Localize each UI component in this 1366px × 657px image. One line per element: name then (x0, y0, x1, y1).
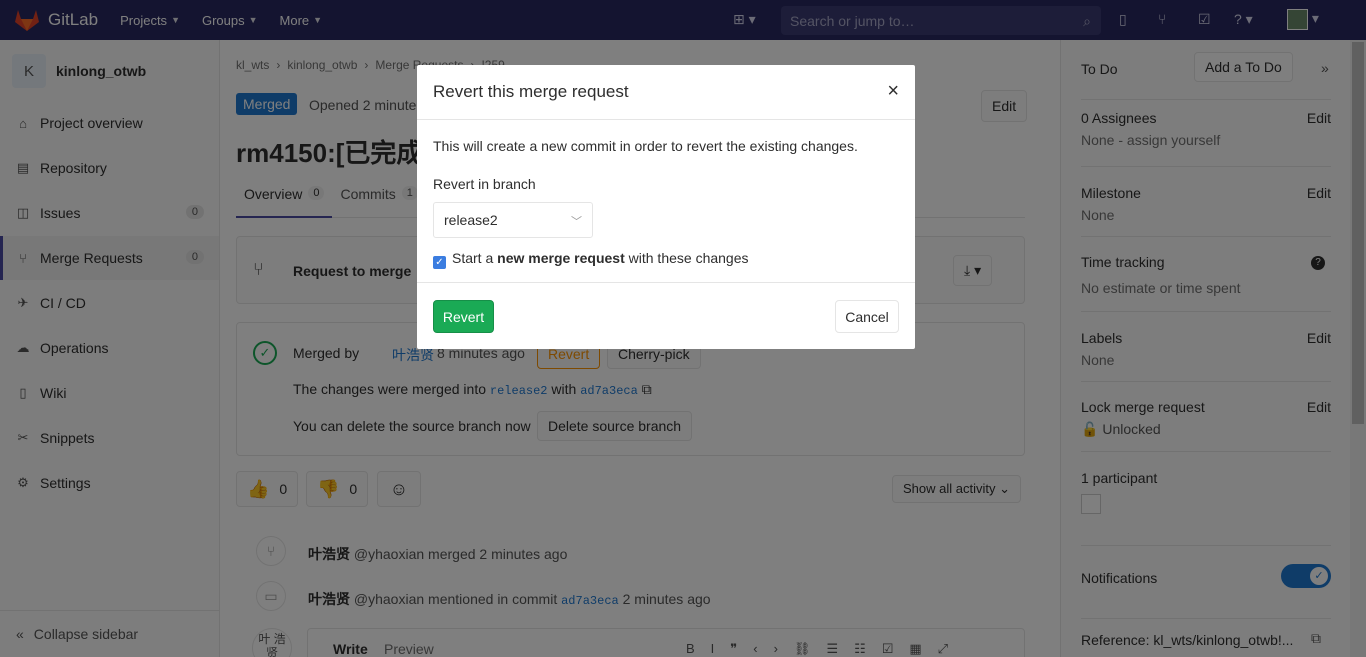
branch-field-label: Revert in branch (433, 176, 536, 192)
modal-header: Revert this merge request (417, 65, 915, 120)
modal-footer: Revert Cancel (417, 282, 915, 349)
modal-description: This will create a new commit in order t… (433, 138, 858, 154)
cancel-button[interactable]: Cancel (835, 300, 899, 333)
checkbox-label-prefix: Start a (452, 250, 494, 266)
revert-modal: Revert this merge request × This will cr… (417, 65, 915, 349)
modal-title: Revert this merge request (433, 82, 629, 101)
checkbox-checked-icon[interactable]: ✓ (433, 256, 446, 269)
chevron-down-icon: ﹀ (571, 216, 582, 228)
new-mr-checkbox-row[interactable]: ✓ Start a new merge request with these ch… (433, 250, 899, 269)
modal-body: This will create a new commit in order t… (417, 120, 915, 269)
checkbox-label-bold: new merge request (497, 250, 625, 266)
revert-confirm-button[interactable]: Revert (433, 300, 494, 333)
close-icon[interactable]: × (887, 81, 899, 101)
branch-select[interactable]: release2 ﹀ (433, 202, 593, 238)
checkbox-label-suffix: with these changes (628, 250, 749, 266)
branch-select-value: release2 (444, 212, 498, 228)
